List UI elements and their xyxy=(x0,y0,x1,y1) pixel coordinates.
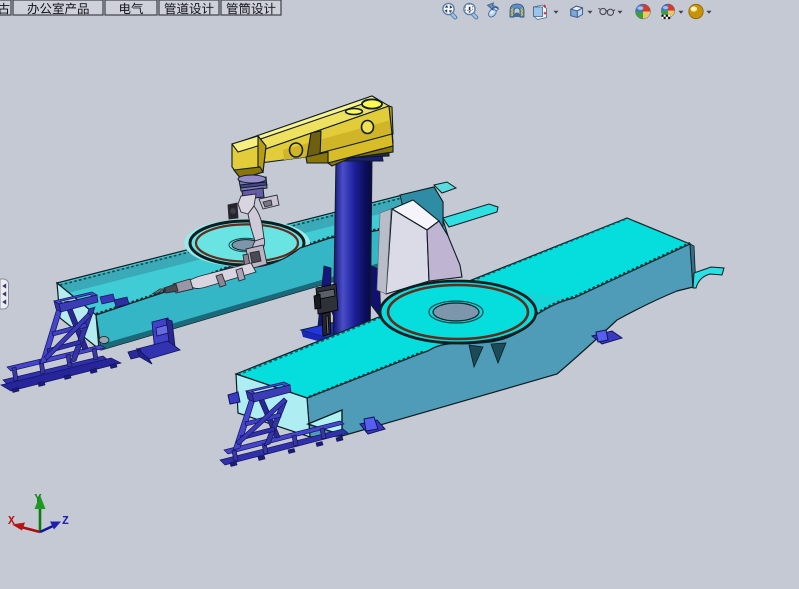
svg-text:Z: Z xyxy=(62,515,69,528)
svg-text:X: X xyxy=(8,515,15,528)
svg-text:Y: Y xyxy=(35,493,42,506)
